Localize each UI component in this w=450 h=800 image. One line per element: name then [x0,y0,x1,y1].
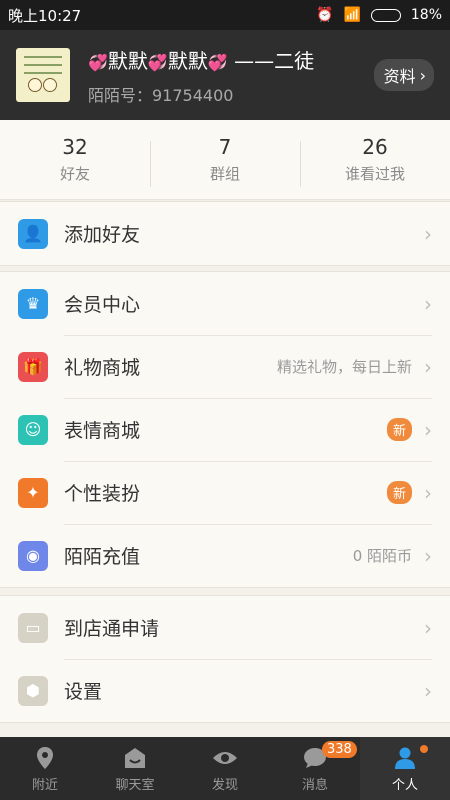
notification-dot [420,745,428,753]
chevron-right-icon: › [424,291,432,316]
location-icon [32,745,58,771]
avatar[interactable] [16,48,70,102]
chevron-right-icon: › [419,65,426,85]
status-time: 晚上10:27 [8,6,82,25]
profile-info: 💞默默💞默默💞 ——二徒 陌陌号：91754400 [88,45,374,106]
wifi-icon: 📶 [343,7,361,23]
crown-icon: ♛ [18,288,48,319]
status-icons: ⏰ 📶 18% [316,7,442,23]
status-bar: 晚上10:27 ⏰ 📶 18% [0,0,450,30]
tab-messages[interactable]: 消息 338 [270,737,360,800]
chatroom-icon [122,745,148,771]
chevron-right-icon: › [424,615,432,640]
gift-icon: 🎁 [18,351,48,382]
menu-section-services: ♛ 会员中心 › 🎁 礼物商城 精选礼物，每日上新 › ☺ 表情商城 新 › ✦… [0,271,450,588]
chevron-right-icon: › [424,221,432,246]
menu-dress-up[interactable]: ✦ 个性装扮 新 › [0,461,450,524]
gear-icon: ⬢ [18,675,48,706]
stat-visitors[interactable]: 26 谁看过我 [300,135,450,187]
heart-icon: 💞 [147,52,168,72]
tab-profile[interactable]: 个人 [360,737,450,800]
profile-id: 陌陌号：91754400 [88,85,234,105]
heart-icon: 💞 [207,52,228,72]
person-icon [392,745,418,771]
menu-vip[interactable]: ♛ 会员中心 › [0,272,450,335]
chevron-right-icon: › [424,417,432,442]
eye-icon [212,745,238,771]
tab-discover[interactable]: 发现 [180,737,270,800]
emoji-icon: ☺ [18,414,48,445]
profile-info-button[interactable]: 资料 › [373,59,434,91]
chevron-right-icon: › [424,480,432,505]
battery-percent: 18% [410,7,442,23]
tab-nearby[interactable]: 附近 [0,737,90,800]
menu-recharge[interactable]: ◉ 陌陌充值 0 陌陌币 › [0,524,450,587]
add-user-icon: 👤 [18,218,48,249]
alarm-icon: ⏰ [316,7,334,23]
store-icon: ▭ [18,612,48,643]
chevron-right-icon: › [424,678,432,703]
profile-name: 💞默默💞默默💞 ——二徒 [88,48,315,73]
stat-groups[interactable]: 7 群组 [150,135,300,187]
bottom-tab-bar: 附近 聊天室 发现 消息 338 个人 [0,737,450,800]
menu-section-other: ▭ 到店通申请 › ⬢ 设置 › [0,595,450,723]
menu-section-friends: 👤 添加好友 › [0,201,450,266]
chevron-right-icon: › [424,354,432,379]
menu-gift[interactable]: 🎁 礼物商城 精选礼物，每日上新 › [0,335,450,398]
menu-settings[interactable]: ⬢ 设置 › [0,659,450,722]
stats-bar: 32 好友 7 群组 26 谁看过我 [0,120,450,200]
tab-chatroom[interactable]: 聊天室 [90,737,180,800]
stat-friends[interactable]: 32 好友 [0,135,150,184]
menu-add-friend[interactable]: 👤 添加好友 › [0,202,450,265]
menu-store-apply[interactable]: ▭ 到店通申请 › [0,596,450,659]
coin-icon: ◉ [18,540,48,571]
heart-icon: 💞 [88,52,108,72]
menu-emoji[interactable]: ☺ 表情商城 新 › [0,398,450,461]
new-badge: 新 [386,418,412,441]
wand-icon: ✦ [18,477,48,508]
messages-count-badge: 338 [322,741,357,758]
chevron-right-icon: › [424,543,432,568]
battery-icon [370,8,401,22]
new-badge: 新 [386,481,412,504]
profile-header[interactable]: 💞默默💞默默💞 ——二徒 陌陌号：91754400 资料 › [0,30,450,120]
